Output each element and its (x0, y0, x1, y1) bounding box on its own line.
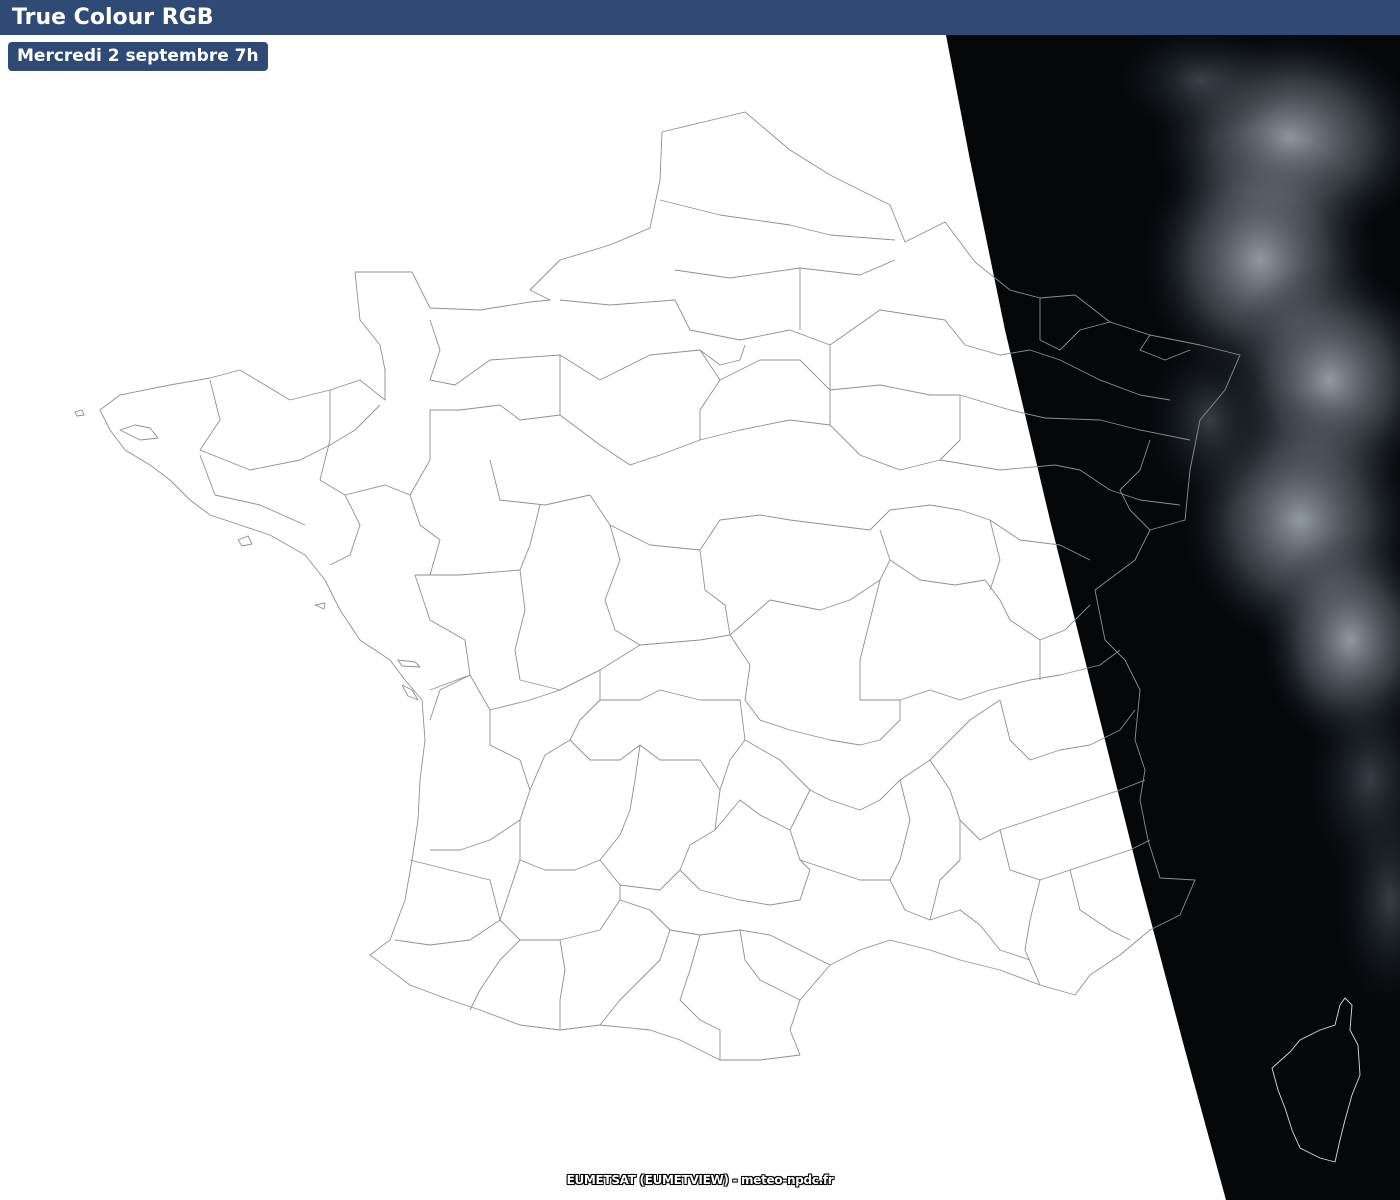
satellite-map (74, 35, 1400, 1200)
satellite-imagery (946, 35, 1400, 1200)
header-bar: True Colour RGB (0, 0, 1400, 35)
map-title: True Colour RGB (12, 5, 214, 30)
timestamp-badge: Mercredi 2 septembre 7h (8, 42, 268, 71)
credit-text: EUMETSAT (EUMETVIEW) - meteo-npdc.fr (566, 1173, 834, 1187)
